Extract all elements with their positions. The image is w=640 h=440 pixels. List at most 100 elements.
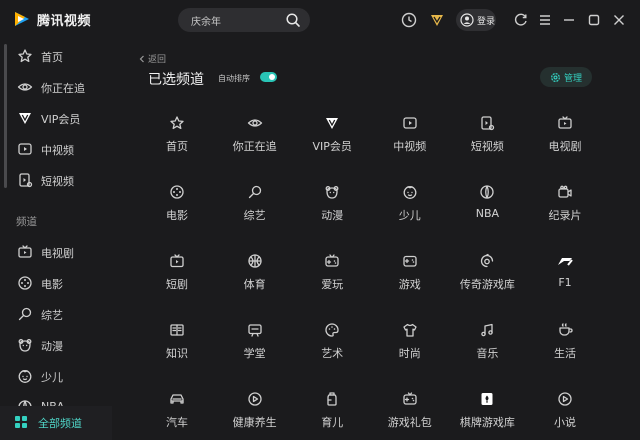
child-face-icon [17, 368, 33, 384]
channel-label: 短剧 [166, 278, 188, 291]
sidebar: 首页你正在追VIP会员中视频短视频 频道 电视剧电影综艺动漫少儿NBA 全部频道 [0, 40, 112, 440]
channel-tile[interactable]: 传奇游戏库 [448, 248, 526, 314]
channel-label: 首页 [166, 140, 188, 153]
channel-tile[interactable]: 游戏礼包 [371, 386, 449, 440]
channel-tile[interactable]: 爱玩 [293, 248, 371, 314]
app-window: 腾讯视频 庆余年 登录 首页 你正在追 VIP会员 中视频 短视频 频道 电视剧… [0, 0, 640, 440]
channel-label: 体育 [243, 278, 266, 291]
menu-icon[interactable] [535, 10, 555, 30]
channel-tile[interactable]: 短视频 [448, 110, 526, 176]
vip-icon [17, 110, 33, 126]
channel-label: NBA [475, 207, 500, 220]
channel-tile[interactable]: 艺术 [293, 317, 371, 383]
search-icon[interactable] [285, 12, 301, 28]
sidebar-item[interactable]: 少儿 [0, 362, 112, 390]
auto-sort-toggle[interactable] [260, 72, 277, 82]
channel-tile[interactable]: 健康养生 [216, 386, 294, 440]
close-icon[interactable] [609, 10, 629, 30]
sidebar-item-label: 你正在追 [41, 82, 85, 95]
channel-tile[interactable]: 电影 [138, 179, 216, 245]
channel-label: 中视频 [393, 140, 427, 153]
channel-tile[interactable]: 动漫 [293, 179, 371, 245]
sidebar-item-label: 电影 [41, 278, 63, 291]
all-channels-button[interactable]: 全部频道 [0, 406, 112, 440]
channel-label: 艺术 [321, 347, 344, 360]
sidebar-item[interactable]: 首页 [0, 42, 112, 70]
channel-tile[interactable]: 生活 [526, 317, 604, 383]
channel-label: 健康养生 [232, 416, 277, 429]
channel-tile[interactable]: 棋牌游戏库 [448, 386, 526, 440]
classroom-icon [247, 322, 263, 338]
app-logo[interactable]: 腾讯视频 [12, 9, 91, 29]
minimize-icon[interactable] [559, 10, 579, 30]
history-icon[interactable] [399, 10, 419, 30]
channel-tile[interactable]: 音乐 [448, 317, 526, 383]
all-channels-label: 全部频道 [38, 417, 82, 430]
music-note-icon [479, 322, 495, 338]
short-video-icon [479, 115, 495, 131]
sidebar-item[interactable]: 短视频 [0, 166, 112, 194]
channel-label: VIP会员 [312, 140, 352, 153]
sidebar-item[interactable]: 中视频 [0, 135, 112, 163]
channel-tile[interactable]: 首页 [138, 110, 216, 176]
channel-tile[interactable]: 中视频 [371, 110, 449, 176]
sidebar-item[interactable]: 电视剧 [0, 238, 112, 266]
channel-tile[interactable]: 知识 [138, 317, 216, 383]
channel-tile[interactable]: 时尚 [371, 317, 449, 383]
channel-label: 动漫 [321, 209, 344, 222]
tencent-video-logo-icon [12, 9, 32, 29]
channel-tile[interactable]: 汽车 [138, 386, 216, 440]
tv-icon [17, 244, 33, 260]
channel-label: 你正在追 [232, 140, 277, 153]
tv-play-icon [169, 253, 185, 269]
channel-tile[interactable]: F1 [526, 248, 604, 314]
channel-tile[interactable]: 综艺 [216, 179, 294, 245]
channel-label: 育儿 [321, 416, 344, 429]
film-reel-icon [169, 184, 185, 200]
channel-tile[interactable]: 育儿 [293, 386, 371, 440]
sidebar-item[interactable]: 电影 [0, 269, 112, 297]
title-bar: 腾讯视频 庆余年 登录 [0, 0, 640, 40]
search-box[interactable]: 庆余年 [178, 8, 310, 32]
channel-tile[interactable]: 游戏 [371, 248, 449, 314]
gift-controller-icon [402, 391, 418, 407]
channel-tile[interactable]: VIP会员 [293, 110, 371, 176]
channel-label: 生活 [554, 347, 576, 360]
sidebar-item[interactable]: 你正在追 [0, 73, 112, 101]
sidebar-item[interactable]: VIP会员 [0, 104, 112, 132]
refresh-icon[interactable] [511, 10, 531, 30]
swirl-icon [479, 253, 495, 269]
book-icon [169, 322, 185, 338]
card-icon [479, 391, 495, 407]
sidebar-item-label: 动漫 [41, 340, 63, 353]
palette-icon [324, 322, 340, 338]
channel-tile[interactable]: 小说 [526, 386, 604, 440]
channel-tile[interactable]: 你正在追 [216, 110, 294, 176]
gear-icon [550, 72, 561, 83]
channel-tile[interactable]: 学堂 [216, 317, 294, 383]
search-input[interactable]: 庆余年 [191, 13, 221, 28]
sidebar-item-label: 少儿 [41, 371, 63, 384]
microphone-icon [247, 184, 263, 200]
sidebar-item[interactable]: 动漫 [0, 331, 112, 359]
auto-sort-label: 自动排序 [218, 74, 250, 83]
user-avatar-icon [460, 13, 474, 27]
bear-icon [324, 184, 340, 200]
channel-tile[interactable]: NBA [448, 179, 526, 245]
maximize-icon[interactable] [584, 10, 604, 30]
channel-tile[interactable]: 纪录片 [526, 179, 604, 245]
sidebar-item-label: 电视剧 [41, 247, 74, 260]
star-icon [169, 115, 185, 131]
login-button[interactable]: 登录 [456, 9, 496, 31]
channel-label: 棋牌游戏库 [459, 416, 515, 429]
channel-label: 音乐 [476, 347, 499, 360]
channel-tile[interactable]: 电视剧 [526, 110, 604, 176]
sidebar-item[interactable]: 综艺 [0, 300, 112, 328]
channel-tile[interactable]: 体育 [216, 248, 294, 314]
vip-crown-icon[interactable] [427, 10, 447, 30]
manage-label: 管理 [563, 73, 582, 84]
channel-tile[interactable]: 少儿 [371, 179, 449, 245]
manage-button[interactable]: 管理 [540, 67, 592, 87]
channel-tile[interactable]: 短剧 [138, 248, 216, 314]
back-button[interactable]: 返回 [138, 52, 166, 65]
